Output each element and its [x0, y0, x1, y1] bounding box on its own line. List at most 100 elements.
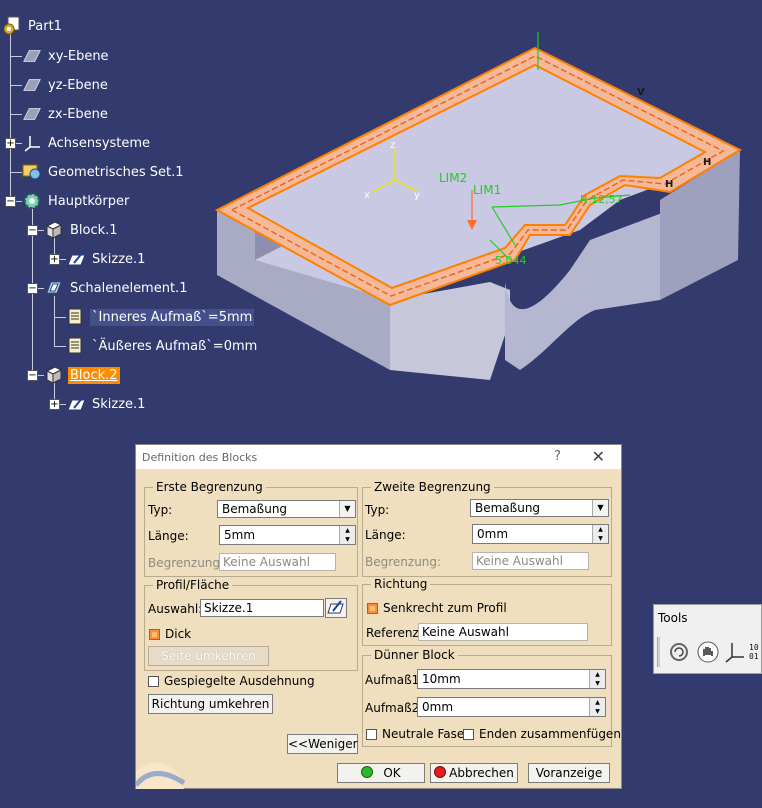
sketch-icon	[327, 600, 344, 614]
group-label: Zweite Begrenzung	[371, 480, 494, 494]
thickness1-label: Aufmaß1:	[365, 673, 424, 687]
tree-node-geometric-set[interactable]: Geometrisches Set.1	[22, 161, 186, 183]
tree-node-block1[interactable]: Block.1	[44, 219, 120, 241]
axis-label-x: x	[364, 190, 370, 201]
tree-node-block2[interactable]: Block.2	[44, 364, 120, 386]
thickness2-label: Aufmaß2:	[365, 701, 424, 715]
pad-icon	[45, 366, 63, 384]
help-button[interactable]: ?	[554, 449, 561, 464]
first-length-label: Länge:	[148, 529, 189, 543]
expand-toggle[interactable]: +	[5, 138, 16, 149]
spinner-value: 5mm	[224, 528, 256, 542]
tree-node-xy-plane[interactable]: xy-Ebene	[22, 45, 111, 67]
chevron-down-icon[interactable]: ▼	[592, 500, 608, 516]
expand-toggle[interactable]: +	[49, 399, 60, 410]
second-type-dropdown[interactable]: Bemaßung ▼	[470, 499, 609, 517]
profile-select-field[interactable]: Skizze.1	[200, 599, 324, 617]
first-length-spinner[interactable]: 5mm ▲ ▼	[219, 525, 356, 545]
spin-down-icon[interactable]: ▼	[593, 534, 608, 543]
spin-up-icon[interactable]: ▲	[590, 670, 605, 679]
toolbar-grip[interactable]	[657, 637, 660, 667]
normal-to-profile-row[interactable]: Senkrecht zum Profil	[367, 601, 507, 615]
spin-down-icon[interactable]: ▼	[340, 535, 355, 544]
less-button[interactable]: <<Weniger	[287, 734, 358, 754]
first-type-dropdown[interactable]: Bemaßung ▼	[217, 500, 356, 518]
tree-node-label: Schalenelement.1	[70, 280, 188, 296]
thickness1-spinner[interactable]: 10mm ▲ ▼	[417, 669, 606, 689]
tree-node-label: Block.1	[70, 222, 118, 238]
second-limit-label: Begrenzung:	[365, 555, 442, 569]
3d-model-viewport[interactable]: z x y LIM2 LIM1 R 12,57 5,044 H H V	[200, 20, 762, 390]
spinner-value: 10mm	[422, 672, 461, 686]
dialog-title-bar[interactable]: Definition des Blocks ? ✕	[136, 445, 621, 469]
reverse-side-button[interactable]: Seite umkehren	[148, 646, 269, 666]
binary-icon[interactable]: 1001	[749, 641, 761, 663]
dialog-title: Definition des Blocks	[142, 450, 258, 464]
close-button[interactable]: ✕	[592, 447, 605, 466]
spin-down-icon[interactable]: ▼	[590, 707, 605, 716]
second-limit-field[interactable]: Keine Auswahl	[472, 552, 589, 570]
thick-label: Dick	[165, 627, 192, 641]
tree-node-shell[interactable]: Schalenelement.1	[44, 277, 189, 299]
group-label: Richtung	[371, 577, 431, 591]
merge-ends-checkbox[interactable]	[463, 728, 474, 740]
chevron-down-icon[interactable]: ▼	[339, 501, 355, 517]
ok-button[interactable]: OK	[337, 763, 425, 783]
tree-connector	[10, 56, 22, 57]
collapse-toggle[interactable]: −	[27, 225, 38, 236]
merge-ends-row[interactable]: Enden zusammenfügen	[463, 727, 621, 741]
svg-text:01: 01	[749, 652, 759, 661]
mirrored-extent-row[interactable]: Gespiegelte Ausdehnung	[148, 674, 315, 688]
tree-connector	[54, 346, 66, 347]
thick-checkbox[interactable]	[149, 628, 160, 640]
dropdown-value: Bemaßung	[475, 501, 541, 515]
tree-connector	[10, 114, 22, 115]
group-label: Dünner Block	[371, 648, 458, 662]
spin-down-icon[interactable]: ▼	[590, 679, 605, 688]
mirrored-extent-checkbox[interactable]	[148, 675, 159, 687]
spin-up-icon[interactable]: ▲	[340, 526, 355, 535]
collapse-toggle[interactable]: −	[27, 283, 38, 294]
normal-to-profile-checkbox[interactable]	[367, 602, 378, 614]
group-label: Profil/Fläche	[153, 578, 233, 592]
tree-node-axis-systems[interactable]: Achsensysteme	[22, 132, 152, 154]
axis-system-icon	[24, 136, 40, 152]
collapse-toggle[interactable]: −	[5, 196, 16, 207]
expand-toggle[interactable]: +	[49, 254, 60, 265]
tree-node-sketch1[interactable]: Skizze.1	[66, 248, 147, 270]
tree-node-yz-plane[interactable]: yz-Ebene	[22, 74, 110, 96]
merge-ends-label: Enden zusammenfügen	[479, 727, 621, 741]
first-limit-field[interactable]: Keine Auswahl	[219, 553, 336, 571]
axis-system-icon[interactable]	[724, 641, 746, 663]
hand-pan-icon[interactable]	[697, 641, 719, 663]
cancel-button[interactable]: Abbrechen	[430, 763, 518, 783]
thickness2-spinner[interactable]: 0mm ▲ ▼	[417, 697, 606, 717]
tree-node-part1[interactable]: Part1	[2, 15, 64, 37]
profile-select-label: Auswahl:	[148, 602, 203, 616]
neutral-fiber-row[interactable]: Neutrale Faser	[366, 727, 469, 741]
reference-field[interactable]: Keine Auswahl	[418, 623, 588, 641]
pad-icon	[45, 221, 63, 239]
collapse-toggle[interactable]: −	[27, 370, 38, 381]
neutral-fiber-checkbox[interactable]	[366, 728, 377, 740]
parameter-icon	[68, 308, 82, 325]
part-gear-icon	[3, 16, 20, 35]
thick-checkbox-row[interactable]: Dick	[149, 627, 191, 641]
tree-node-zx-plane[interactable]: zx-Ebene	[22, 103, 110, 125]
ok-label: OK	[383, 766, 401, 780]
preview-button[interactable]: Voranzeige	[528, 763, 610, 783]
second-length-spinner[interactable]: 0mm ▲ ▼	[472, 524, 609, 544]
cancel-icon	[434, 766, 447, 778]
update-icon[interactable]	[668, 641, 690, 663]
pad-definition-dialog: Definition des Blocks ? ✕ Erste Begrenzu…	[135, 444, 622, 789]
spin-up-icon[interactable]: ▲	[590, 698, 605, 707]
geometric-set-icon	[22, 164, 41, 180]
reverse-direction-button[interactable]: Richtung umkehren	[148, 694, 273, 714]
sketch-edit-button[interactable]	[325, 598, 347, 618]
ok-icon	[361, 766, 374, 778]
tree-node-label: Achsensysteme	[48, 135, 151, 151]
spin-up-icon[interactable]: ▲	[593, 525, 608, 534]
tree-connector	[10, 172, 22, 173]
tree-node-main-body[interactable]: Hauptkörper	[22, 190, 131, 212]
tree-node-sketch2[interactable]: Skizze.1	[66, 393, 147, 415]
